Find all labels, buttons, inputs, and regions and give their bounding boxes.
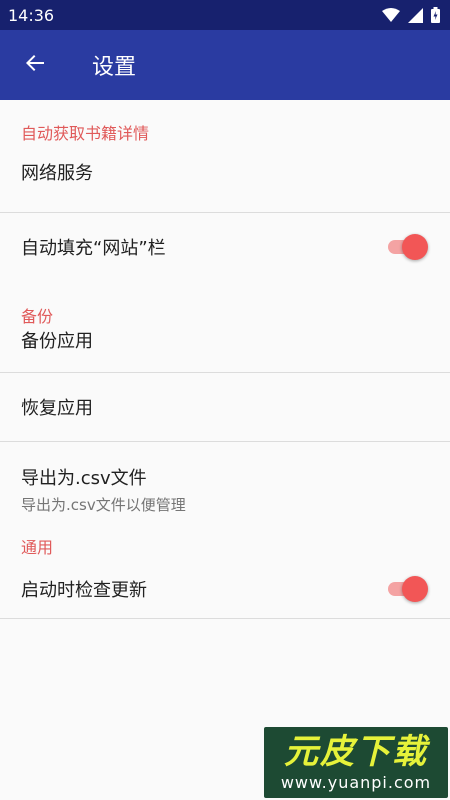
setting-title: 恢复应用 (21, 398, 93, 419)
section-header-general: 通用 (0, 524, 450, 560)
app-bar: 设置 (0, 30, 450, 100)
setting-restore-app[interactable]: 恢复应用 (0, 373, 450, 441)
toggle-thumb (402, 234, 428, 260)
setting-title: 网络服务 (21, 163, 93, 184)
setting-title: 备份应用 (21, 331, 93, 352)
status-time: 14:36 (8, 5, 55, 25)
setting-title: 导出为.csv文件 (21, 468, 147, 489)
setting-autofill-website[interactable]: 自动填充“网站”栏 (0, 213, 450, 281)
setting-network-service[interactable]: 网络服务 (0, 132, 450, 212)
setting-export-csv[interactable]: 导出为.csv文件 导出为.csv文件以便管理 (0, 442, 450, 524)
setting-subtitle: 导出为.csv文件以便管理 (21, 496, 186, 514)
signal-icon (408, 7, 423, 23)
divider (0, 618, 450, 619)
autofill-toggle[interactable] (386, 234, 428, 260)
check-updates-toggle[interactable] (386, 576, 428, 602)
watermark-url: www.yuanpi.com (280, 773, 432, 792)
section-header-label: 通用 (21, 538, 54, 557)
toggle-thumb (402, 576, 428, 602)
section-header-backup: 备份 (0, 281, 450, 326)
setting-backup-app[interactable]: 备份应用 (0, 321, 450, 372)
watermark: 元皮下载 www.yuanpi.com (264, 727, 448, 798)
status-icons (382, 7, 440, 23)
page-title: 设置 (92, 55, 137, 80)
watermark-logo: 元皮下载 (284, 732, 428, 772)
setting-check-updates[interactable]: 启动时检查更新 (0, 560, 450, 618)
wifi-icon (382, 8, 400, 22)
section-header-book-details: 自动获取书籍详情 (0, 100, 450, 143)
back-button[interactable] (11, 41, 59, 89)
battery-icon (431, 7, 440, 23)
arrow-left-icon (23, 51, 47, 79)
settings-list: 自动获取书籍详情 网络服务 自动填充“网站”栏 备份 备份应用 恢复应用 导出为… (0, 100, 450, 619)
status-bar: 14:36 (0, 0, 450, 30)
